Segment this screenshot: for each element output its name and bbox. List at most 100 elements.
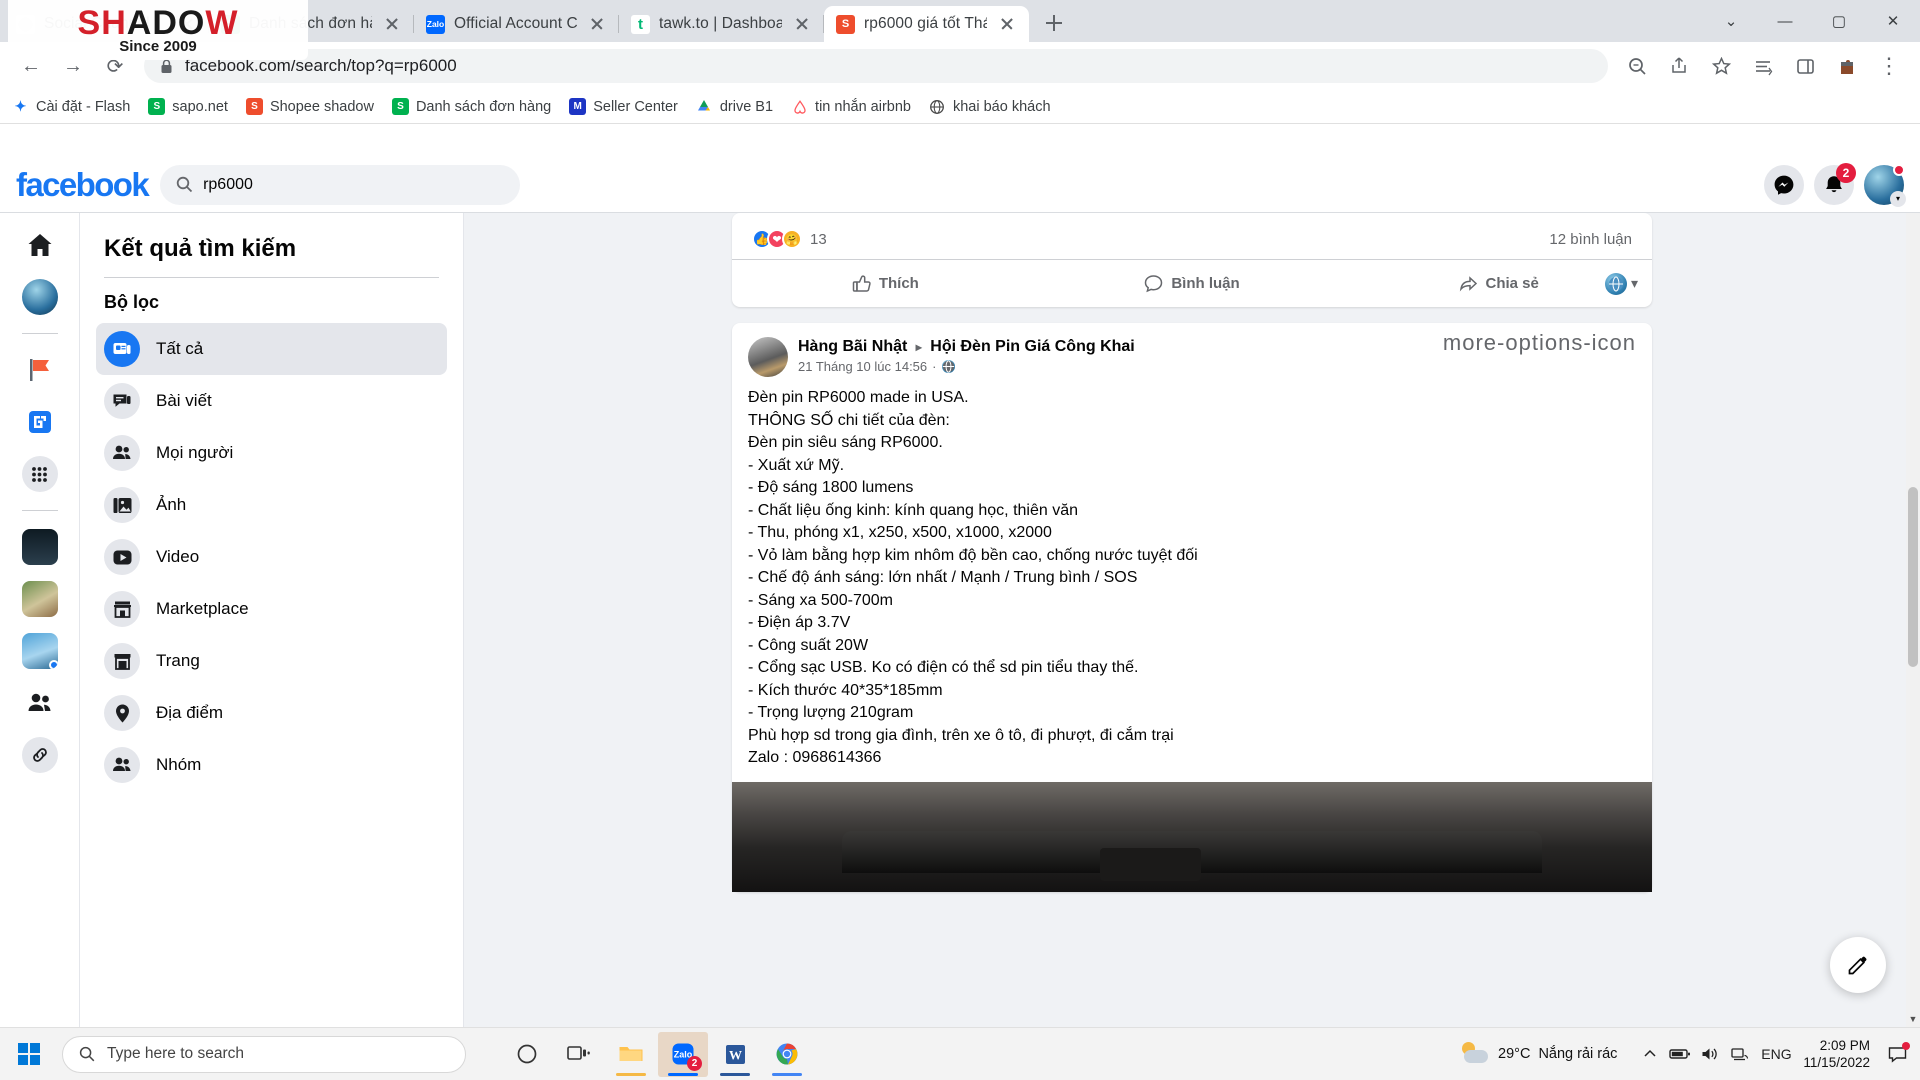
bookmark-label: Cài đặt - Flash xyxy=(36,99,130,115)
close-tab-icon[interactable] xyxy=(790,12,814,36)
bookmark-star-icon[interactable] xyxy=(1704,49,1738,83)
comment-count[interactable]: 12 bình luận xyxy=(1549,231,1632,248)
post-options-icon[interactable]: more-options-icon xyxy=(1443,337,1636,349)
sidebar-item-posts[interactable]: Bài viết xyxy=(96,375,447,427)
battery-icon[interactable] xyxy=(1665,1032,1695,1076)
browser-tab[interactable]: t tawk.to | Dashboar xyxy=(619,6,824,42)
browser-tab-active[interactable]: S rp6000 giá tốt Thá xyxy=(824,6,1029,42)
share-icon[interactable] xyxy=(1662,49,1696,83)
sidebar-item-pages[interactable]: Trang xyxy=(96,635,447,687)
menu-grid-icon[interactable] xyxy=(22,456,58,492)
maximize-button[interactable]: ▢ xyxy=(1812,0,1866,42)
bookmark-item[interactable]: drive B1 xyxy=(696,98,773,115)
address-bar[interactable]: facebook.com/search/top?q=rp6000 xyxy=(144,49,1608,83)
bookmark-item[interactable]: S Danh sách đơn hàng xyxy=(392,98,551,115)
bookmarks-bar: ✦ Cài đặt - Flash S sapo.net S Shopee sh… xyxy=(0,90,1920,124)
post-group-name[interactable]: Hội Đèn Pin Giá Công Khai xyxy=(930,338,1134,355)
page-scrollbar[interactable]: ▲ ▼ xyxy=(1906,157,1920,1027)
messenger-icon[interactable] xyxy=(1764,165,1804,205)
post-author-avatar[interactable] xyxy=(748,337,788,377)
search-plus-icon[interactable] xyxy=(1620,49,1654,83)
gaming-icon[interactable] xyxy=(22,404,58,440)
like-button[interactable]: Thích xyxy=(732,274,1039,293)
meta-separator: · xyxy=(932,359,936,374)
bookmark-item[interactable]: ✦ Cài đặt - Flash xyxy=(12,98,130,115)
sidebar-item-marketplace[interactable]: Marketplace xyxy=(96,583,447,635)
sidebar-item-all[interactable]: Tất cả xyxy=(96,323,447,375)
bookmark-item[interactable]: S Shopee shadow xyxy=(246,98,374,115)
close-tab-icon[interactable] xyxy=(380,12,404,36)
close-window-button[interactable]: ✕ xyxy=(1866,0,1920,42)
show-hidden-icons-chevron[interactable] xyxy=(1635,1032,1665,1076)
post-author-name[interactable]: Hàng Bãi Nhật xyxy=(798,338,907,355)
volume-icon[interactable] xyxy=(1695,1032,1725,1076)
chevron-down-icon[interactable]: ▾ xyxy=(1890,191,1906,207)
cortana-icon[interactable] xyxy=(502,1032,552,1077)
sidebar-item-places[interactable]: Địa điểm xyxy=(96,687,447,739)
word-icon[interactable]: W xyxy=(710,1032,760,1077)
comment-button[interactable]: Bình luận xyxy=(1039,274,1346,293)
close-tab-icon[interactable] xyxy=(995,12,1019,36)
sidebar-item-video[interactable]: Video xyxy=(96,531,447,583)
weather-widget[interactable]: 29°C Nắng rải rác xyxy=(1460,1041,1617,1067)
home-icon[interactable] xyxy=(22,227,58,263)
sidebar-item-photos[interactable]: Ảnh xyxy=(96,479,447,531)
taskbar-search-placeholder: Type here to search xyxy=(107,1045,244,1063)
profile-avatar[interactable] xyxy=(22,279,58,315)
active-indicator xyxy=(772,1073,802,1076)
new-tab-button[interactable] xyxy=(1037,6,1071,40)
link-icon[interactable] xyxy=(22,737,58,773)
flash-settings-icon: ✦ xyxy=(12,98,29,115)
groups-icon[interactable] xyxy=(22,685,58,721)
sidebar-item-groups[interactable]: Nhóm xyxy=(96,739,447,791)
seller-center-icon: M xyxy=(569,98,586,115)
shopee-icon: S xyxy=(836,15,855,34)
chrome-icon[interactable] xyxy=(762,1032,812,1077)
close-tab-icon[interactable] xyxy=(585,12,609,36)
tab-search-chevron-icon[interactable]: ⌄ xyxy=(1704,0,1758,42)
notifications-bell-icon[interactable]: 2 xyxy=(1814,165,1854,205)
chevron-down-icon: ▾ xyxy=(1631,275,1638,292)
shadow-logo-watermark: SHADOW Since 2009 xyxy=(8,0,308,60)
taskbar-clock[interactable]: 2:09 PM 11/15/2022 xyxy=(1797,1037,1880,1071)
windows-start-button[interactable] xyxy=(0,1028,58,1080)
taskbar-search-input[interactable]: Type here to search xyxy=(62,1036,466,1073)
bookmark-item[interactable]: tin nhắn airbnb xyxy=(791,98,911,115)
scroll-down-arrow-icon[interactable]: ▼ xyxy=(1906,1011,1920,1027)
browser-menu-button[interactable]: ⋮ xyxy=(1872,49,1906,83)
action-center-icon[interactable] xyxy=(1880,1032,1914,1076)
pages-flag-icon[interactable] xyxy=(22,352,58,388)
post-image[interactable] xyxy=(732,782,1652,892)
minimize-button[interactable]: — xyxy=(1758,0,1812,42)
notification-badge: 2 xyxy=(1836,163,1856,183)
facebook-search-input[interactable]: rp6000 xyxy=(160,165,520,205)
shortcut-photo-1[interactable] xyxy=(22,529,58,565)
bookmark-item[interactable]: khai báo khách xyxy=(929,98,1051,115)
post-timestamp[interactable]: 21 Tháng 10 lúc 14:56 xyxy=(798,359,927,374)
create-post-button[interactable] xyxy=(1830,937,1886,993)
search-icon xyxy=(79,1046,95,1062)
tawkto-icon: t xyxy=(631,15,650,34)
scrollbar-thumb[interactable] xyxy=(1908,487,1918,667)
sidebar-item-people[interactable]: Mọi người xyxy=(96,427,447,479)
reaction-icons[interactable]: 👍 ❤ 🤗 xyxy=(752,229,802,249)
zalo-icon[interactable]: Zalo 2 xyxy=(658,1032,708,1077)
reading-list-icon[interactable] xyxy=(1746,49,1780,83)
language-indicator[interactable]: ENG xyxy=(1755,1032,1797,1076)
account-avatar[interactable]: ▾ xyxy=(1864,165,1904,205)
bookmark-label: Danh sách đơn hàng xyxy=(416,99,551,115)
file-explorer-icon[interactable] xyxy=(606,1032,656,1077)
shadow-logo-text: SHADOW xyxy=(78,6,239,40)
post-privacy-selector[interactable]: ▾ xyxy=(1605,273,1638,295)
reaction-count[interactable]: 13 xyxy=(810,231,827,248)
bookmark-item[interactable]: S sapo.net xyxy=(148,98,228,115)
extension-icon[interactable] xyxy=(1830,49,1864,83)
network-icon[interactable] xyxy=(1725,1032,1755,1076)
shortcut-photo-2[interactable] xyxy=(22,581,58,617)
facebook-logo[interactable]: facebook xyxy=(16,166,148,204)
browser-tab[interactable]: Zalo Official Account Co xyxy=(414,6,619,42)
task-view-icon[interactable] xyxy=(554,1032,604,1077)
shortcut-photo-3[interactable] xyxy=(22,633,58,669)
side-panel-icon[interactable] xyxy=(1788,49,1822,83)
bookmark-item[interactable]: M Seller Center xyxy=(569,98,678,115)
